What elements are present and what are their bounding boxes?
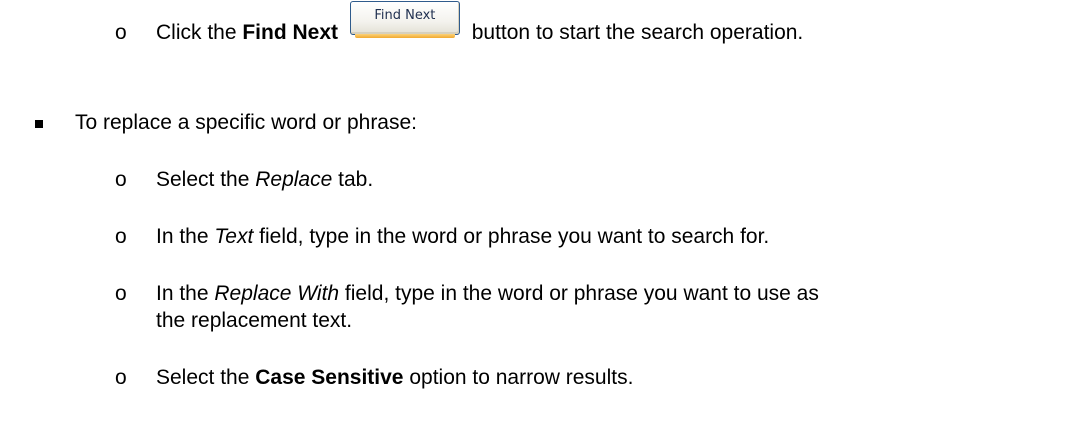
instruction-text: Click the xyxy=(156,21,243,44)
sub-bullet-marker: o xyxy=(115,282,127,305)
step-text-field: In the Text field, type in the word or p… xyxy=(156,225,769,249)
replace-with-field-name: Replace With xyxy=(214,282,340,305)
instruction-text: button to start the search operation. xyxy=(471,21,804,44)
sub-bullet-marker: o xyxy=(115,168,127,191)
step-text: In the xyxy=(156,225,215,248)
case-sensitive-option-name: Case Sensitive xyxy=(255,366,404,389)
step-text: In the xyxy=(156,282,215,305)
find-next-bold-label: Find Next xyxy=(242,21,339,44)
step-text: field, type in the word or phrase you wa… xyxy=(339,282,819,305)
step-select-replace-tab: Select the Replace tab. xyxy=(156,168,373,192)
sub-bullet-marker: o xyxy=(115,225,127,248)
step-text: field, type in the word or phrase you wa… xyxy=(253,225,770,248)
step-replace-with-field: In the Replace With field, type in the w… xyxy=(156,282,819,306)
step-text: option to narrow results. xyxy=(403,366,634,389)
replace-tab-name: Replace xyxy=(255,168,333,191)
replace-intro: To replace a specific word or phrase: xyxy=(75,111,417,134)
step-text: Select the xyxy=(156,366,256,389)
find-next-instruction: Click the Find Next Find Next button to … xyxy=(156,1,804,45)
step-text: tab. xyxy=(332,168,374,191)
sub-bullet-marker: o xyxy=(115,366,127,389)
text-field-name: Text xyxy=(214,225,254,248)
step-case-sensitive: Select the Case Sensitive option to narr… xyxy=(156,366,633,390)
square-bullet-marker xyxy=(35,120,43,128)
step-text: Select the xyxy=(156,168,256,191)
step-replace-with-continuation: the replacement text. xyxy=(156,309,353,332)
sub-bullet-marker: o xyxy=(115,21,127,44)
find-next-button: Find Next xyxy=(349,1,460,38)
